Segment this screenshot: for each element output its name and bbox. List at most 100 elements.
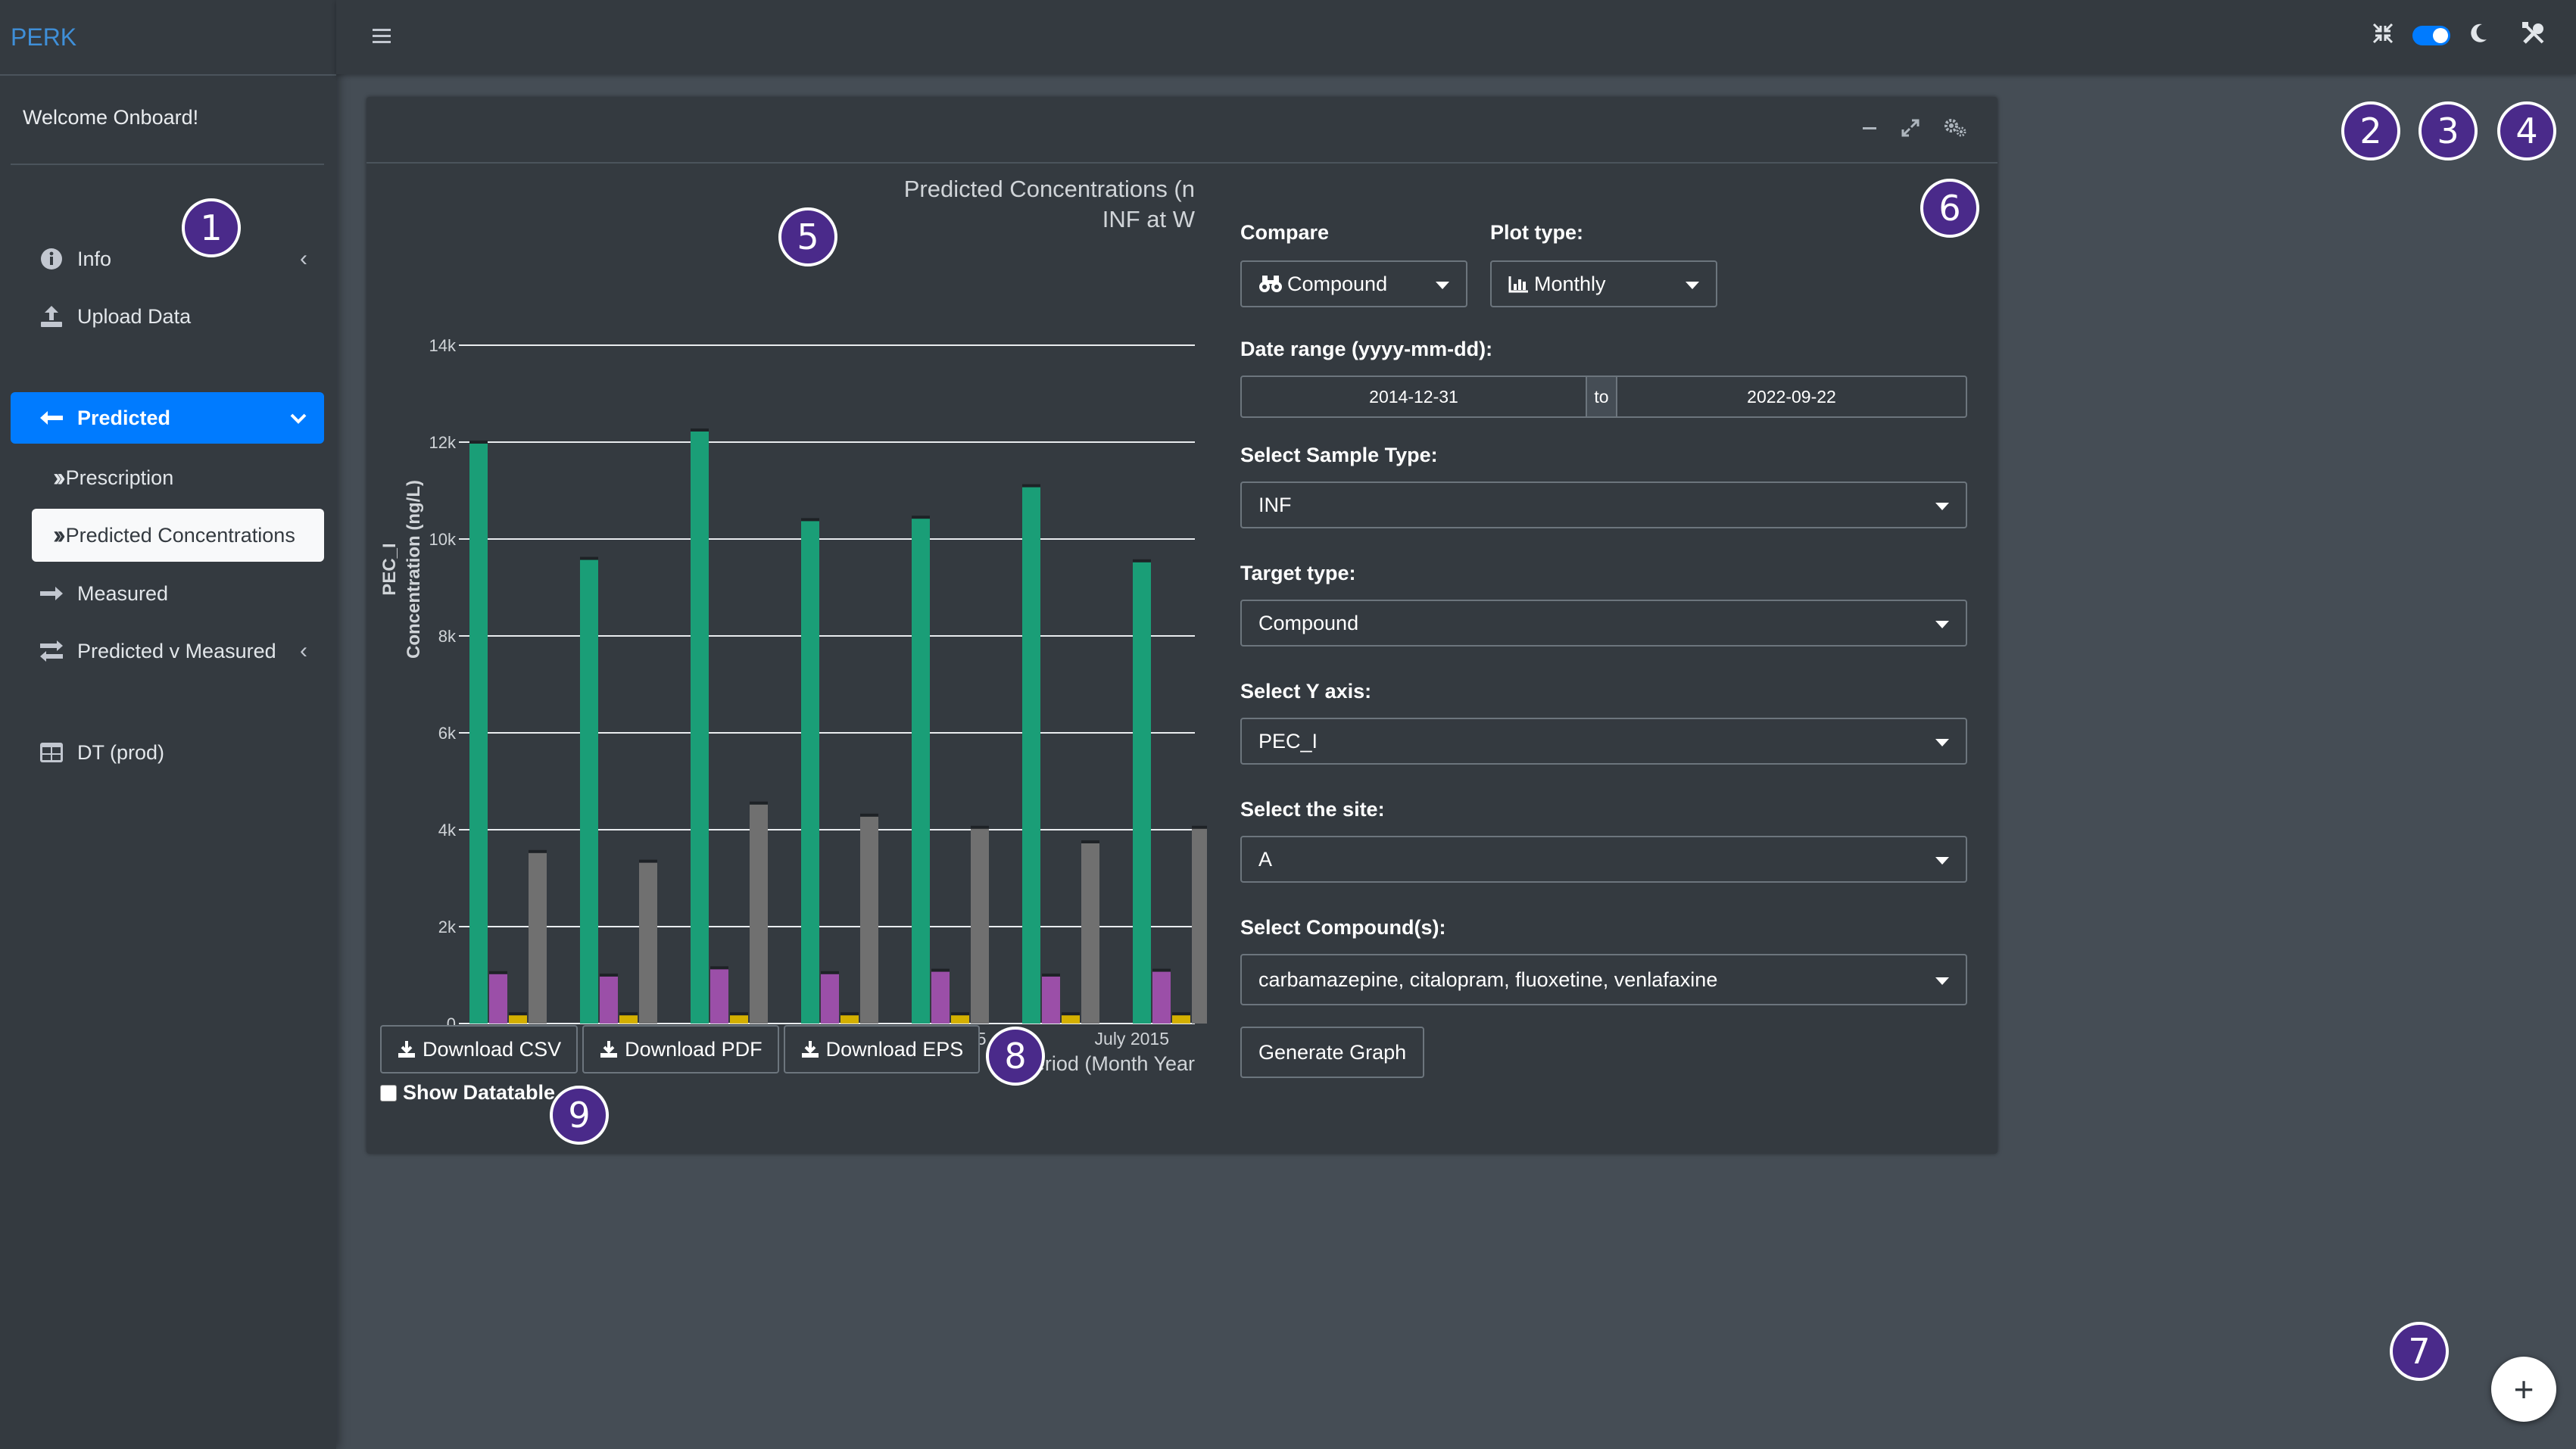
caret-down-icon xyxy=(1935,621,1949,628)
button-label: Download EPS xyxy=(825,1037,964,1061)
sidebar-item-dt-prod[interactable]: DT (prod) xyxy=(11,727,324,778)
bar-cap xyxy=(1081,840,1099,843)
bar[interactable] xyxy=(529,851,547,1024)
sidebar-item-label: Measured xyxy=(77,581,169,605)
sidebar-item-measured[interactable]: Measured xyxy=(11,568,324,619)
date-start-input[interactable]: 2014-12-31 xyxy=(1240,375,1587,418)
bar-cap xyxy=(509,1012,527,1016)
date-range-separator: to xyxy=(1587,375,1616,418)
annotation-badge-1: 1 xyxy=(182,198,241,257)
bar[interactable] xyxy=(1022,485,1040,1024)
download-pdf-button[interactable]: Download PDF xyxy=(582,1025,779,1074)
tools-icon[interactable] xyxy=(2521,21,2546,49)
add-fab-button[interactable]: + xyxy=(2491,1357,2556,1422)
select-value: Compound xyxy=(1287,272,1388,295)
bar[interactable] xyxy=(912,517,930,1024)
chevron-left-icon: ‹ xyxy=(300,638,307,663)
bar[interactable] xyxy=(931,970,950,1024)
target-type-select[interactable]: Compound xyxy=(1240,600,1967,647)
double-chevron-right-icon: ›› xyxy=(53,463,65,492)
bar[interactable] xyxy=(821,972,839,1024)
bar[interactable] xyxy=(1081,842,1099,1024)
site-label: Select the site: xyxy=(1240,798,1385,821)
plus-icon: + xyxy=(2513,1370,2534,1409)
select-value: Compound xyxy=(1258,611,1359,634)
bar[interactable] xyxy=(971,827,989,1024)
caret-down-icon xyxy=(1935,503,1949,510)
hamburger-menu-icon[interactable] xyxy=(366,21,397,51)
checkbox[interactable] xyxy=(380,1084,397,1102)
sidebar-item-info[interactable]: Info ‹ xyxy=(11,233,324,285)
bar[interactable] xyxy=(489,972,507,1024)
fullscreen-icon[interactable] xyxy=(2372,22,2394,48)
card-header xyxy=(366,97,1997,164)
bar[interactable] xyxy=(639,861,657,1024)
minimize-icon[interactable] xyxy=(1861,120,1878,140)
maximize-icon[interactable] xyxy=(1901,118,1920,142)
bar-cap xyxy=(1192,825,1207,829)
x-axis-label: Period (Month Year xyxy=(1020,1052,1195,1075)
button-label: Download PDF xyxy=(625,1037,763,1061)
bar[interactable] xyxy=(1152,970,1171,1024)
sidebar-item-label: Predicted v Measured xyxy=(77,639,276,662)
bar[interactable] xyxy=(691,430,709,1024)
sidebar-item-label: Predicted xyxy=(77,406,171,429)
annotation-badge-6: 6 xyxy=(1920,179,1979,238)
y-tick-label: 10k xyxy=(429,530,457,549)
dark-mode-toggle[interactable] xyxy=(2412,25,2450,45)
sample-type-select[interactable]: INF xyxy=(1240,481,1967,528)
date-end-input[interactable]: 2022-09-22 xyxy=(1616,375,1967,418)
sidebar-item-predicted[interactable]: Predicted xyxy=(11,392,324,444)
annotation-badge-3: 3 xyxy=(2419,101,2478,160)
show-datatable-checkbox[interactable]: Show Datatable xyxy=(380,1081,555,1105)
bar[interactable] xyxy=(600,975,618,1024)
bar-cap xyxy=(1152,968,1171,972)
bar-cap xyxy=(931,968,950,972)
x-tick-label: July 2015 xyxy=(1095,1029,1169,1049)
card-tools xyxy=(1861,118,1967,142)
download-icon xyxy=(801,1041,819,1058)
predicted-concentrations-card: 02k4k6k8k10k12k14kJanuary 2015March 2015… xyxy=(366,97,1997,1154)
settings-icon[interactable] xyxy=(1943,118,1967,142)
generate-graph-button[interactable]: Generate Graph xyxy=(1240,1027,1425,1078)
chart-title: Predicted Concentrations (n xyxy=(904,176,1195,202)
download-csv-button[interactable]: Download CSV xyxy=(380,1025,579,1074)
bar[interactable] xyxy=(1192,827,1207,1024)
bar[interactable] xyxy=(750,802,768,1024)
download-eps-button[interactable]: Download EPS xyxy=(783,1025,981,1074)
navbar-controls xyxy=(2372,21,2546,49)
bar-cap xyxy=(469,441,488,444)
sidebar-item-predicted-concentrations[interactable]: ›› Predicted Concentrations xyxy=(32,509,324,562)
caret-down-icon xyxy=(1436,282,1449,289)
bar-cap xyxy=(860,813,878,817)
concentration-bar-chart: 02k4k6k8k10k12k14kJanuary 2015March 2015… xyxy=(379,176,1207,1075)
sample-type-label: Select Sample Type: xyxy=(1240,444,1438,466)
bar-cap xyxy=(580,556,598,560)
brand-logo[interactable]: PERK xyxy=(0,0,336,76)
bar[interactable] xyxy=(710,968,728,1024)
sidebar-item-upload-data[interactable]: Upload Data xyxy=(11,291,324,342)
bar-cap xyxy=(1062,1012,1080,1016)
chart-title: INF at W xyxy=(1102,206,1196,232)
site-select[interactable]: A xyxy=(1240,836,1967,883)
y-axis-select[interactable]: PEC_I xyxy=(1240,718,1967,765)
button-label: Download CSV xyxy=(423,1037,562,1061)
bar[interactable] xyxy=(1133,560,1151,1024)
bar-cap xyxy=(1172,1012,1190,1016)
compare-label: Compare xyxy=(1240,221,1330,244)
compounds-select[interactable]: carbamazepine, citalopram, fluoxetine, v… xyxy=(1240,954,1967,1005)
annotation-badge-2: 2 xyxy=(2341,101,2400,160)
bar[interactable] xyxy=(469,442,488,1024)
bar[interactable] xyxy=(1042,975,1060,1024)
upload-icon xyxy=(36,304,67,329)
bar[interactable] xyxy=(860,815,878,1024)
sidebar-item-prescription[interactable]: ›› Prescription xyxy=(32,451,324,504)
bar[interactable] xyxy=(801,519,819,1024)
compare-select[interactable]: Compound xyxy=(1240,260,1467,307)
bar[interactable] xyxy=(580,558,598,1024)
bar-cap xyxy=(801,518,819,522)
sidebar-item-predicted-v-measured[interactable]: Predicted v Measured ‹ xyxy=(11,625,324,677)
sidebar-item-label: Predicted Concentrations xyxy=(65,523,295,547)
plot-type-select[interactable]: Monthly xyxy=(1490,260,1717,307)
double-chevron-right-icon: ›› xyxy=(53,520,65,550)
